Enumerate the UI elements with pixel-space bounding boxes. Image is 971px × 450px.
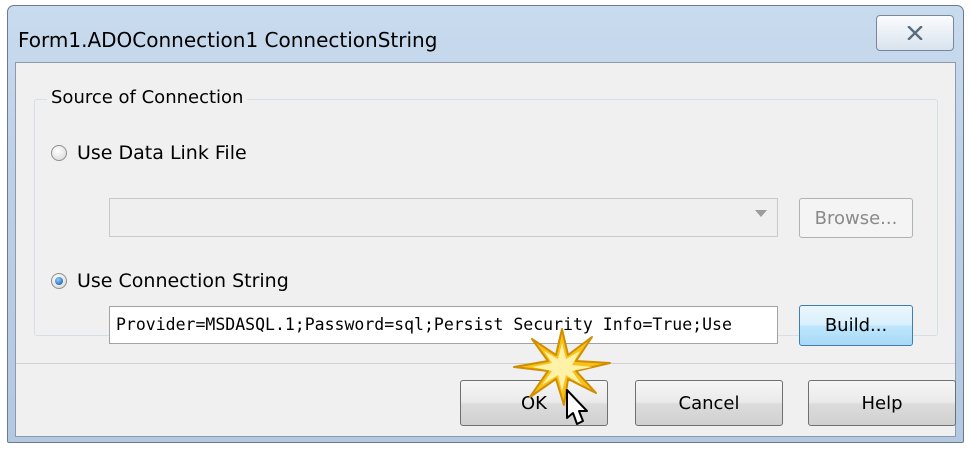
dialog-client-area: Source of Connection Use Data Link File … — [15, 62, 956, 437]
separator — [16, 363, 955, 364]
use-connection-string-radio[interactable]: Use Connection String — [51, 270, 289, 292]
cancel-button[interactable]: Cancel — [635, 380, 783, 426]
radio-button-unchecked[interactable] — [51, 145, 67, 161]
dialog-window: Form1.ADOConnection1 ConnectionString So… — [7, 5, 964, 443]
browse-button: Browse... — [799, 198, 913, 238]
close-button[interactable] — [876, 15, 954, 51]
connection-string-input[interactable]: Provider=MSDASQL.1;Password=sql;Persist … — [109, 306, 778, 344]
mouse-pointer-icon — [566, 389, 588, 425]
help-button[interactable]: Help — [808, 380, 956, 426]
chevron-down-icon — [755, 210, 767, 217]
radio-button-checked[interactable] — [51, 273, 67, 289]
close-icon — [907, 26, 923, 40]
group-title: Source of Connection — [47, 87, 248, 108]
use-data-link-file-label: Use Data Link File — [77, 142, 247, 164]
use-data-link-file-radio[interactable]: Use Data Link File — [51, 142, 247, 164]
window-title: Form1.ADOConnection1 ConnectionString — [18, 28, 438, 52]
use-connection-string-label: Use Connection String — [77, 270, 289, 292]
build-button[interactable]: Build... — [799, 305, 913, 346]
data-link-file-combo — [109, 198, 778, 237]
source-of-connection-group: Source of Connection Use Data Link File … — [34, 87, 938, 346]
